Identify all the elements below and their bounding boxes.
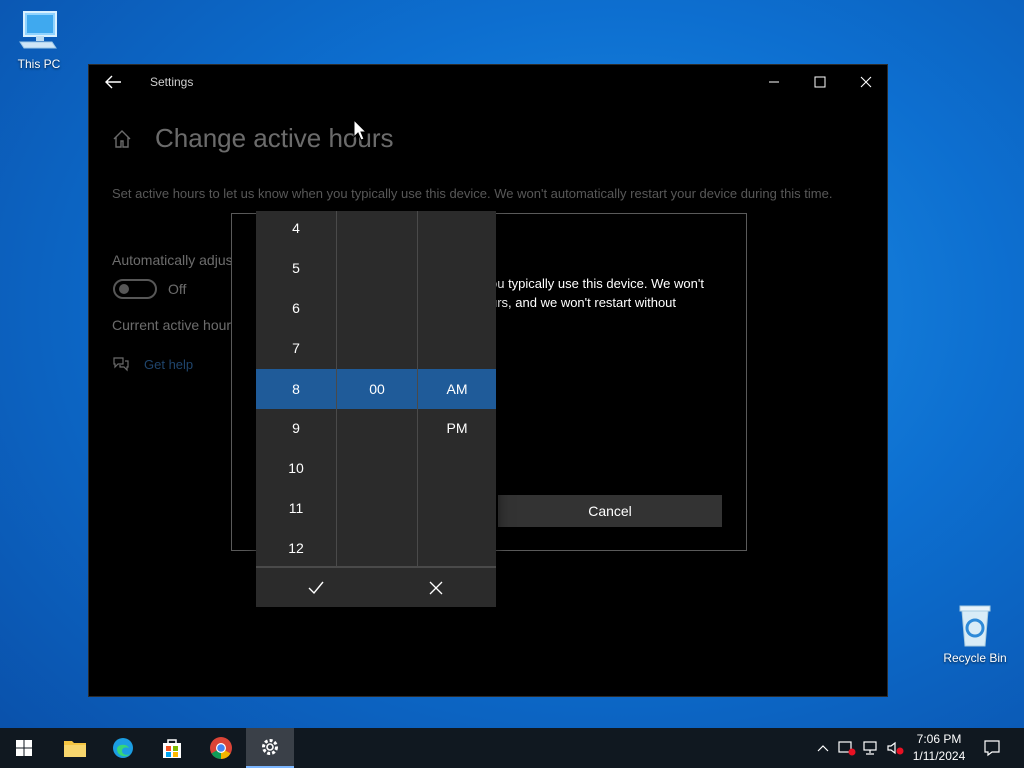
app-title: Settings: [150, 75, 194, 89]
windows-logo-icon: [16, 740, 32, 756]
desktop-icon-label: This PC: [17, 57, 61, 71]
taskbar-clock[interactable]: 7:06 PM 1/11/2024: [908, 731, 970, 765]
clock-time: 7:06 PM: [916, 732, 962, 746]
toggle-state-label: Off: [168, 281, 187, 297]
maximize-button[interactable]: [797, 65, 843, 99]
hour-item[interactable]: 4: [256, 211, 336, 248]
settings-taskbar-button[interactable]: [246, 728, 294, 768]
mouse-cursor-icon: [353, 119, 367, 141]
minute-column[interactable]: 00: [337, 211, 417, 566]
clock-date: 1/11/2024: [912, 749, 966, 763]
page-header: Change active hours: [111, 123, 393, 154]
hour-item[interactable]: 10: [256, 448, 336, 488]
speaker-muted-icon: [887, 741, 904, 755]
hour-item[interactable]: 12: [256, 528, 336, 566]
edge-button[interactable]: [99, 728, 147, 768]
network-tray-button[interactable]: [860, 728, 882, 768]
file-explorer-button[interactable]: [51, 728, 99, 768]
minute-item-selected[interactable]: 00: [337, 369, 417, 409]
security-tray-button[interactable]: [836, 728, 858, 768]
hour-item[interactable]: 6: [256, 288, 336, 328]
current-active-hours-label: Current active hour: [112, 317, 232, 333]
dialog-text-line-1: ou typically use this device. We won't: [490, 276, 704, 291]
page-description: Set active hours to let us know when you…: [112, 186, 833, 201]
picker-footer: [256, 566, 496, 607]
desktop-icon-label: Recycle Bin: [943, 651, 1007, 665]
maximize-icon: [814, 76, 826, 88]
minimize-icon: [769, 81, 779, 83]
hour-item[interactable]: 7: [256, 328, 336, 368]
home-icon[interactable]: [111, 128, 133, 150]
get-help-text: Get help: [144, 356, 194, 372]
chrome-icon: [210, 737, 232, 759]
show-hidden-icons-button[interactable]: [812, 728, 834, 768]
hour-item[interactable]: 9: [256, 408, 336, 448]
folder-icon: [64, 741, 86, 757]
minimize-button[interactable]: [751, 65, 797, 99]
computer-icon: [19, 11, 57, 49]
ampm-column[interactable]: AM PM: [418, 211, 496, 566]
close-icon: [429, 581, 443, 594]
shield-warning-icon: [838, 741, 856, 756]
edge-icon: [113, 738, 133, 758]
hour-item-selected[interactable]: 8: [256, 369, 336, 409]
hour-column[interactable]: 4 5 6 7 8 9 10 11 12: [256, 211, 336, 566]
dialog-text-line-2: urs, and we won't restart without: [490, 295, 677, 310]
close-icon: [860, 76, 872, 88]
hour-item[interactable]: 5: [256, 248, 336, 288]
recycle-bin-icon: [959, 605, 991, 647]
action-center-button[interactable]: [978, 728, 1006, 768]
taskbar: 7:06 PM 1/11/2024: [0, 728, 1024, 768]
toggle-knob: [119, 284, 129, 294]
auto-adjust-toggle[interactable]: [113, 279, 157, 299]
back-arrow-icon[interactable]: [103, 73, 123, 91]
desktop-icon-this-pc[interactable]: This PC: [4, 10, 74, 71]
volume-tray-button[interactable]: [884, 728, 906, 768]
checkmark-icon: [308, 581, 324, 594]
network-icon: [863, 741, 877, 755]
dismiss-button[interactable]: [376, 568, 496, 607]
hour-item[interactable]: 11: [256, 488, 336, 528]
chat-help-icon: [113, 357, 129, 372]
get-help-link[interactable]: Get help: [112, 355, 193, 373]
title-bar: Settings: [89, 65, 887, 99]
chrome-button[interactable]: [197, 728, 245, 768]
dialog-description: ou typically use this device. We won't u…: [490, 274, 730, 312]
gear-icon: [262, 739, 278, 755]
notification-icon: [984, 740, 1000, 757]
store-button[interactable]: [148, 728, 196, 768]
ampm-item[interactable]: PM: [418, 408, 496, 448]
desktop-icon-recycle-bin[interactable]: Recycle Bin: [940, 602, 1010, 665]
ampm-item-selected[interactable]: AM: [418, 369, 496, 409]
store-bag-icon: [163, 739, 181, 758]
close-button[interactable]: [843, 65, 889, 99]
time-picker-flyout: 4 5 6 7 8 9 10 11 12 00 AM PM: [256, 211, 496, 607]
cancel-button[interactable]: Cancel: [498, 495, 722, 527]
accept-button[interactable]: [256, 568, 376, 607]
chevron-up-icon: [817, 745, 829, 752]
start-button[interactable]: [0, 728, 48, 768]
auto-adjust-label: Automatically adjus: [112, 252, 233, 268]
